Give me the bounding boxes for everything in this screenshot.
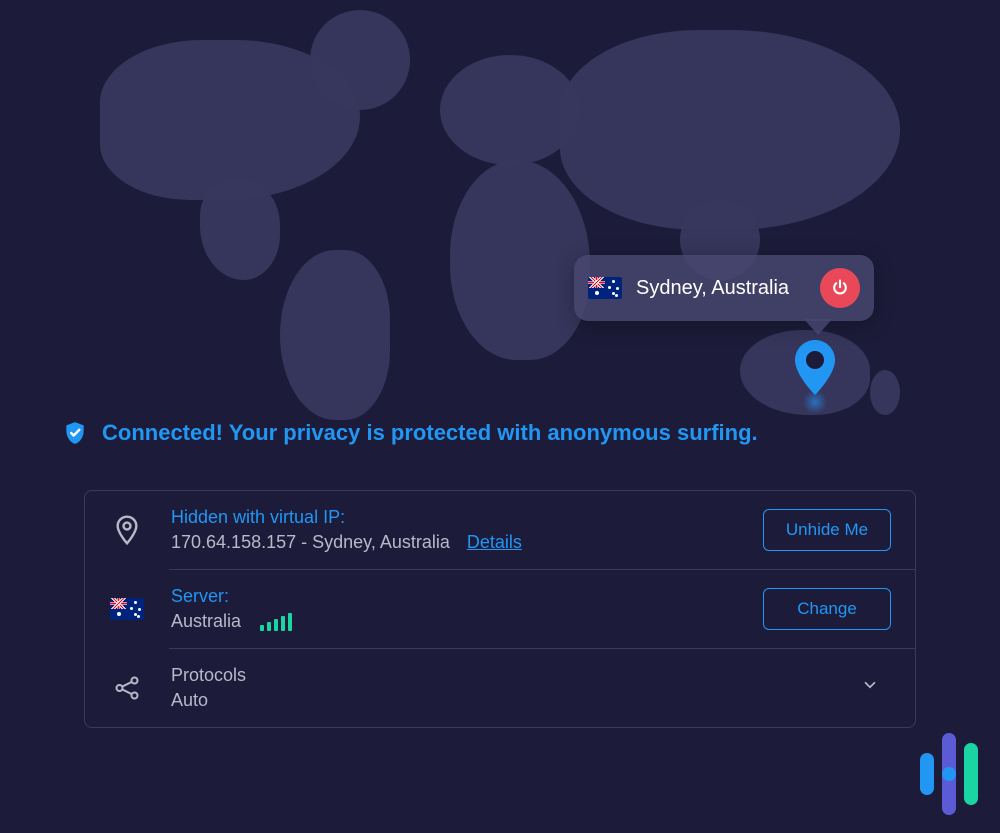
disconnect-button[interactable]: [820, 268, 860, 308]
protocols-value: Auto: [171, 690, 849, 711]
power-icon: [830, 278, 850, 298]
location-pin-icon: [109, 514, 145, 546]
world-map-background: [0, 0, 1000, 420]
map-pin-icon: [795, 340, 835, 400]
australia-flag-icon: [588, 277, 622, 299]
server-row: Server: Australia Change: [85, 570, 915, 648]
shield-check-icon: [62, 420, 88, 446]
protocols-row[interactable]: Protocols Auto: [85, 649, 915, 727]
server-flag-icon: [109, 598, 145, 620]
server-value: Australia: [171, 611, 241, 631]
location-tooltip: Sydney, Australia: [574, 255, 874, 321]
status-message: Connected! Your privacy is protected wit…: [102, 420, 758, 446]
unhide-button[interactable]: Unhide Me: [763, 509, 891, 551]
ip-value-line: 170.64.158.157 - Sydney, Australia Detai…: [171, 532, 763, 553]
change-server-button[interactable]: Change: [763, 588, 891, 630]
signal-strength-icon: [260, 613, 292, 631]
ip-label: Hidden with virtual IP:: [171, 507, 763, 528]
connection-details-panel: Hidden with virtual IP: 170.64.158.157 -…: [84, 490, 916, 728]
connection-status: Connected! Your privacy is protected wit…: [62, 420, 758, 446]
server-label: Server:: [171, 586, 763, 607]
server-value-line: Australia: [171, 611, 763, 632]
ip-value: 170.64.158.157 - Sydney, Australia: [171, 532, 450, 552]
ip-details-link[interactable]: Details: [467, 532, 522, 552]
ip-row: Hidden with virtual IP: 170.64.158.157 -…: [85, 491, 915, 569]
protocols-label: Protocols: [171, 665, 849, 686]
brand-logo: [920, 733, 978, 815]
share-icon: [109, 673, 145, 703]
chevron-down-icon[interactable]: [849, 670, 891, 706]
tooltip-location-text: Sydney, Australia: [636, 277, 820, 300]
